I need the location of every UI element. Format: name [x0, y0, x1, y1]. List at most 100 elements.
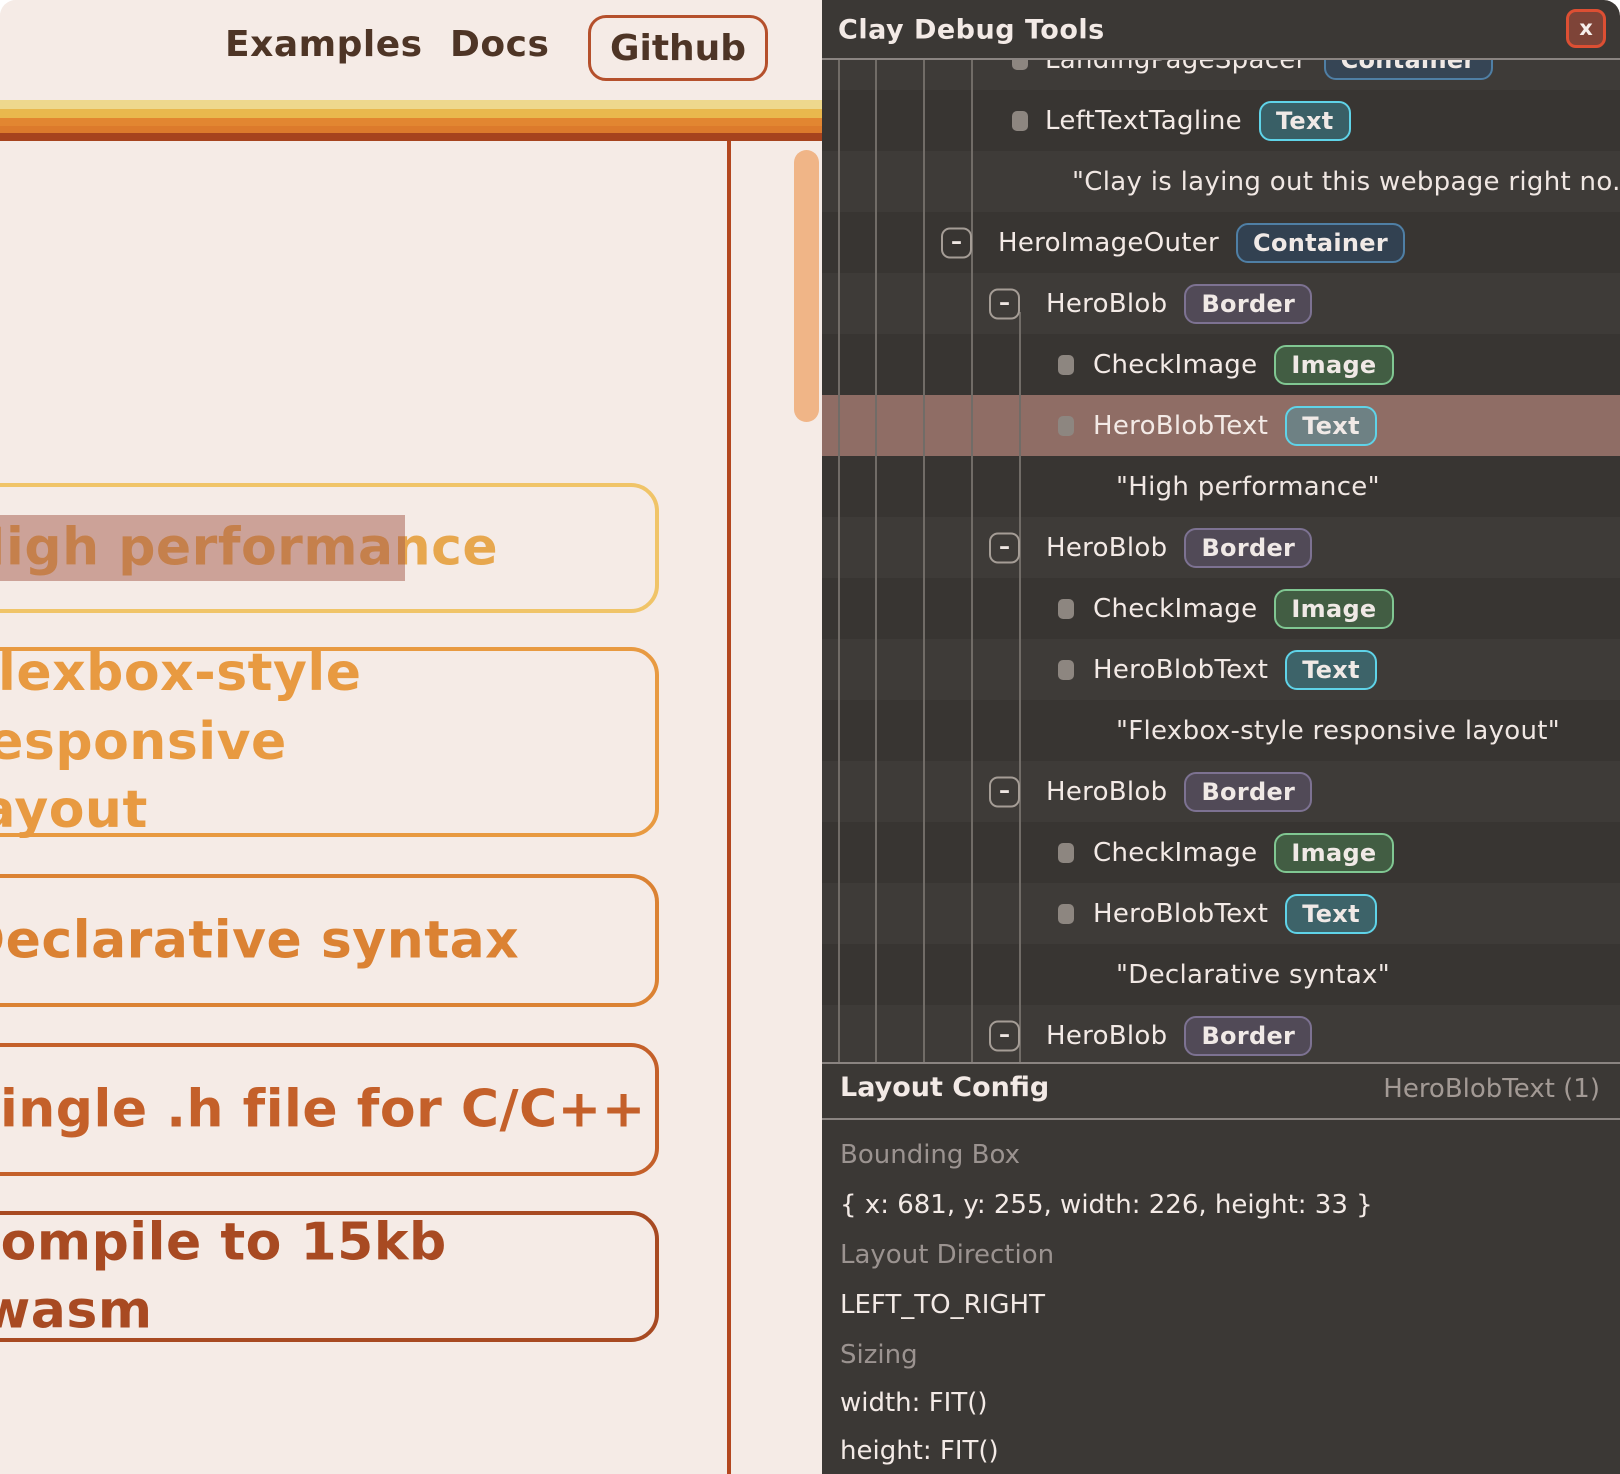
leaf-bullet-icon — [1058, 416, 1074, 436]
tree-row-LandingPageSpacer[interactable]: LandingPageSpacer Container — [822, 60, 1620, 90]
element-type-badge: Container — [1236, 223, 1405, 263]
layout-config-title: Layout Config — [840, 1072, 1049, 1103]
tree-row-HeroImageOuter[interactable]: –HeroImageOuter Container — [822, 212, 1620, 273]
page-scrollbar-thumb[interactable] — [794, 150, 819, 422]
tree-row-text-content[interactable]: "High performance" — [822, 456, 1620, 517]
clay-debug-panel: Clay Debug Tools x LandingPageSpacer Cont… — [822, 0, 1620, 1474]
leaf-bullet-icon — [1058, 660, 1074, 680]
layout-config-section: Layout Config HeroBlobText (1) Bounding … — [822, 1062, 1620, 1474]
config-value: { x: 681, y: 255, width: 226, height: 33… — [840, 1189, 1373, 1221]
tree-node-name: HeroBlobText — [1093, 899, 1268, 929]
leaf-bullet-icon — [1058, 843, 1074, 863]
tree-indent-guide — [923, 60, 925, 1062]
element-type-badge: Text — [1285, 894, 1377, 934]
text-content-preview: "High performance" — [1116, 472, 1380, 502]
debug-panel-header: Clay Debug Tools x — [822, 0, 1620, 60]
feature-box: High performance — [0, 483, 659, 613]
tree-node-name: LandingPageSpacer — [1045, 60, 1307, 75]
page-column-divider — [727, 141, 731, 1474]
tree-node-name: CheckImage — [1093, 838, 1257, 868]
leaf-bullet-icon — [1058, 904, 1074, 924]
config-value: width: FIT() — [840, 1387, 987, 1419]
tree-row-CheckImage[interactable]: CheckImage Image — [822, 334, 1620, 395]
feature-box: Single .h file for C/C++ — [0, 1043, 659, 1176]
element-type-badge: Border — [1184, 1016, 1312, 1056]
tree-row-HeroBlob[interactable]: –HeroBlob Border — [822, 761, 1620, 822]
text-content-preview: "Declarative syntax" — [1116, 960, 1390, 990]
text-content-preview: "Flexbox-style responsive layout" — [1116, 716, 1560, 746]
tree-row-HeroBlobText[interactable]: HeroBlobTextText — [822, 639, 1620, 700]
text-content-preview: "Clay is laying out this webpage right n… — [1072, 167, 1620, 197]
config-value: LEFT_TO_RIGHT — [840, 1289, 1045, 1321]
tree-row-LeftTextTagline[interactable]: LeftTextTagline Text — [822, 90, 1620, 151]
collapse-icon[interactable]: – — [989, 532, 1020, 563]
feature-box: Flexbox-style responsive layout — [0, 647, 659, 837]
tree-node-name: CheckImage — [1093, 350, 1257, 380]
config-label: Sizing — [840, 1339, 918, 1371]
tree-row-text-content[interactable]: "Clay is laying out this webpage right n… — [822, 151, 1620, 212]
github-button[interactable]: Github — [588, 15, 768, 81]
tree-row-CheckImage[interactable]: CheckImage Image — [822, 822, 1620, 883]
leaf-bullet-icon — [1058, 355, 1074, 375]
collapse-icon[interactable]: – — [989, 1020, 1020, 1051]
element-type-badge: Container — [1324, 60, 1493, 80]
element-type-badge: Border — [1184, 528, 1312, 568]
screen: Examples Docs Github High performance Fle… — [0, 0, 1620, 1474]
config-value: height: FIT() — [840, 1435, 999, 1467]
top-navigation: Examples Docs Github — [0, 0, 822, 99]
element-tree: LandingPageSpacer Container LeftTextTaglin… — [822, 60, 1620, 1062]
leaf-bullet-icon — [1012, 60, 1028, 70]
tree-indent-guide — [1019, 312, 1021, 1062]
collapse-icon[interactable]: – — [941, 227, 972, 258]
collapse-icon[interactable]: – — [989, 288, 1020, 319]
tree-row-HeroBlob[interactable]: –HeroBlob Border — [822, 273, 1620, 334]
tree-row-HeroBlobText[interactable]: HeroBlobText Text — [822, 395, 1620, 456]
element-type-badge: Border — [1184, 284, 1312, 324]
nav-link-docs[interactable]: Docs — [450, 24, 549, 65]
tree-row-text-content[interactable]: "Flexbox-style responsive layout" — [822, 700, 1620, 761]
tree-indent-guide — [838, 60, 840, 1062]
element-type-badge: Image — [1274, 589, 1393, 629]
tree-indent-guide — [971, 60, 973, 1062]
footer-separator-bottom — [822, 1118, 1620, 1120]
nav-link-examples[interactable]: Examples — [225, 24, 423, 65]
config-label: Bounding Box — [840, 1139, 1020, 1171]
feature-box: Declarative syntax — [0, 874, 659, 1007]
tree-node-name: LeftTextTagline — [1045, 106, 1242, 136]
tree-node-name: HeroBlob — [1046, 533, 1167, 563]
debug-panel-title: Clay Debug Tools — [838, 15, 1105, 46]
element-type-badge: Border — [1184, 772, 1312, 812]
feature-box-label: Compile to 15kb .wasm — [0, 1208, 655, 1345]
collapse-icon[interactable]: – — [989, 776, 1020, 807]
tree-row-HeroBlob[interactable]: –HeroBlob Border — [822, 517, 1620, 578]
tree-node-name: HeroBlob — [1046, 1021, 1167, 1051]
feature-box: Compile to 15kb .wasm — [0, 1211, 659, 1342]
github-button-label: Github — [610, 28, 746, 69]
element-type-badge: Image — [1274, 833, 1393, 873]
element-type-badge: Image — [1274, 345, 1393, 385]
tree-node-name: HeroBlob — [1046, 777, 1167, 807]
tree-node-name: HeroBlob — [1046, 289, 1167, 319]
feature-box-label: Single .h file for C/C++ — [0, 1075, 646, 1144]
feature-box-label: Flexbox-style responsive layout — [0, 639, 655, 845]
feature-box-label: Declarative syntax — [0, 906, 519, 975]
element-type-badge: Text — [1285, 650, 1377, 690]
leaf-bullet-icon — [1012, 111, 1028, 131]
close-icon: x — [1579, 18, 1593, 39]
tree-row-HeroBlob[interactable]: –HeroBlob Border — [822, 1005, 1620, 1062]
debug-selection-highlight — [0, 515, 405, 581]
close-button[interactable]: x — [1566, 9, 1606, 48]
element-type-badge: Text — [1259, 101, 1351, 141]
selected-element-label: HeroBlobText (1) — [1383, 1074, 1600, 1104]
tree-indent-guide — [875, 60, 877, 1062]
tree-row-text-content[interactable]: "Declarative syntax" — [822, 944, 1620, 1005]
tree-node-name: HeroImageOuter — [998, 228, 1219, 258]
tree-node-name: CheckImage — [1093, 594, 1257, 624]
tree-row-CheckImage[interactable]: CheckImage Image — [822, 578, 1620, 639]
config-label: Layout Direction — [840, 1239, 1054, 1271]
element-type-badge: Text — [1285, 406, 1377, 446]
footer-separator-top — [822, 1062, 1620, 1064]
tree-node-name: HeroBlobText — [1093, 411, 1268, 441]
leaf-bullet-icon — [1058, 599, 1074, 619]
tree-row-HeroBlobText[interactable]: HeroBlobText Text — [822, 883, 1620, 944]
